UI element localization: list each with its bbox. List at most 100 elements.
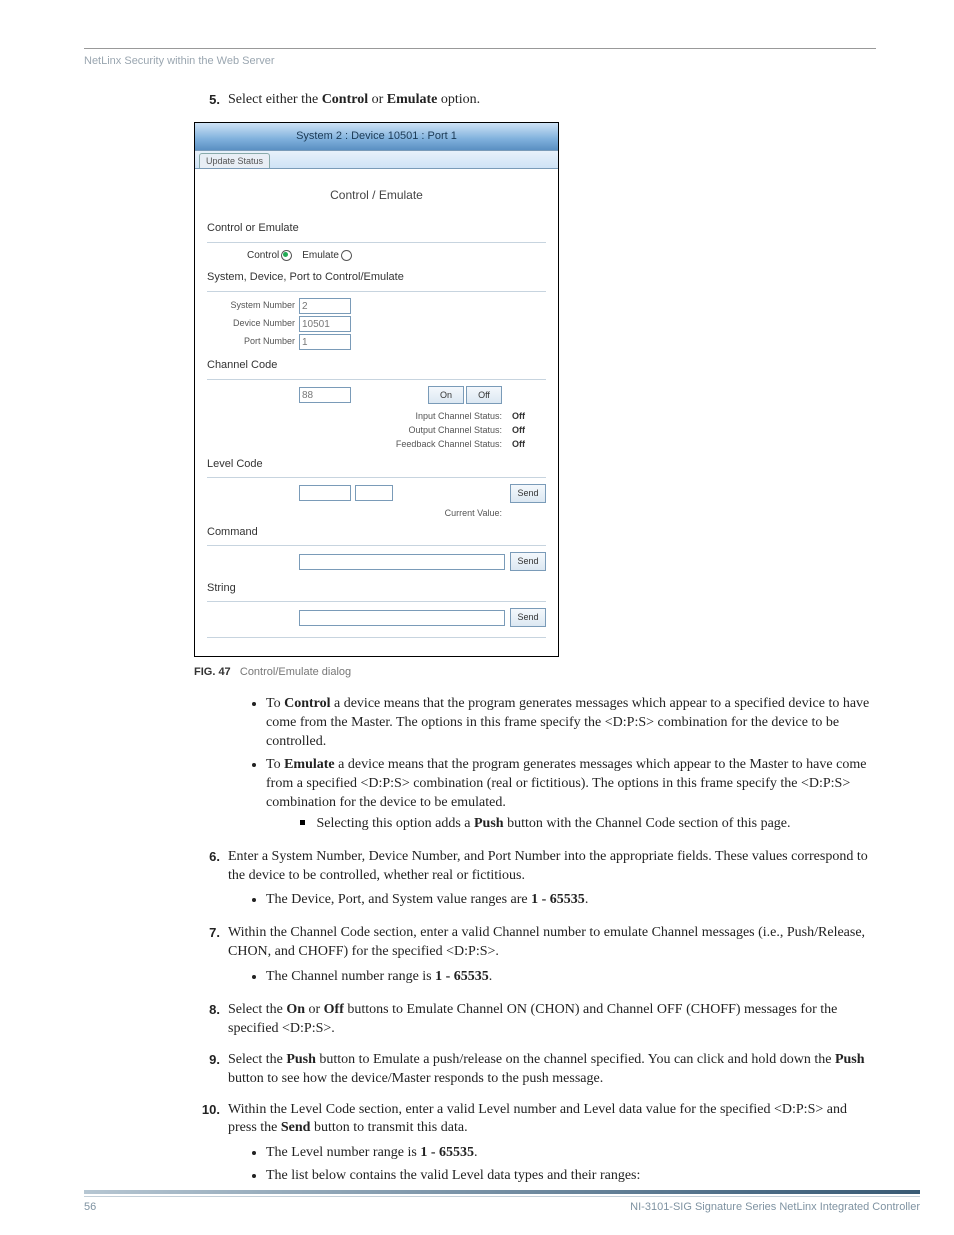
text: Selecting this option adds a: [317, 816, 474, 831]
label-device: Device Number: [207, 319, 299, 329]
step-number: 5.: [194, 91, 228, 116]
input-device-number[interactable]: [299, 316, 351, 332]
input-command[interactable]: [299, 554, 505, 570]
section-channel: Channel Code: [207, 358, 546, 375]
divider: [207, 242, 546, 243]
button-off[interactable]: Off: [466, 386, 502, 404]
section-mode: Control or Emulate: [207, 221, 546, 238]
footer-rule-thick: [84, 1190, 920, 1194]
text: or: [368, 92, 387, 107]
text: Select the: [228, 1052, 286, 1067]
step-number: 8.: [194, 1001, 228, 1045]
label-port: Port Number: [207, 337, 299, 347]
input-system-number[interactable]: [299, 298, 351, 314]
spacer: [194, 691, 228, 841]
bold-emulate: Emulate: [387, 92, 438, 107]
label-system: System Number: [207, 301, 299, 311]
radio-emulate[interactable]: [341, 250, 352, 261]
input-level-value[interactable]: [355, 485, 393, 501]
list-item: Selecting this option adds a Push button…: [300, 815, 874, 834]
figure-label: FIG. 47: [194, 666, 231, 678]
dialog-title: System 2 : Device 10501 : Port 1: [195, 123, 558, 151]
bold-on: On: [286, 1002, 305, 1017]
step-8: 8. Select the On or Off buttons to Emula…: [194, 1001, 874, 1045]
bold-range: 1 - 65535: [531, 892, 585, 907]
radio-control[interactable]: [281, 250, 292, 261]
row-string: Send: [207, 608, 546, 626]
step-7: 7. Within the Channel Code section, ente…: [194, 924, 874, 995]
footer-text: 56 NI-3101-SIG Signature Series NetLinx …: [84, 1201, 920, 1213]
section-sdp: System, Device, Port to Control/Emulate: [207, 270, 546, 287]
button-on[interactable]: On: [428, 386, 464, 404]
tab-row: Update Status: [195, 151, 558, 169]
input-level-number[interactable]: [299, 485, 351, 501]
button-send-string[interactable]: Send: [510, 608, 546, 626]
bold-range: 1 - 65535: [420, 1145, 474, 1160]
bold-range: 1 - 65535: [435, 969, 489, 984]
bold-send: Send: [281, 1120, 311, 1135]
dialog-heading: Control / Emulate: [207, 187, 546, 203]
bullet-list: The Level number range is 1 - 65535. The…: [228, 1144, 874, 1186]
list-item: To Emulate a device means that the progr…: [266, 756, 874, 834]
page-footer: 56 NI-3101-SIG Signature Series NetLinx …: [84, 1190, 920, 1213]
list-item: The Level number range is 1 - 65535.: [266, 1144, 874, 1163]
figure-caption: FIG. 47 Control/Emulate dialog: [194, 665, 874, 680]
header-breadcrumb: NetLinx Security within the Web Server: [84, 55, 876, 67]
divider: [207, 379, 546, 380]
step-6: 6. Enter a System Number, Device Number,…: [194, 848, 874, 919]
bold-emulate: Emulate: [284, 757, 335, 772]
button-send-level[interactable]: Send: [510, 484, 546, 502]
row-level: Send: [207, 484, 546, 502]
section-command: Command: [207, 525, 546, 542]
label-input-status: Input Channel Status:: [332, 410, 502, 422]
input-port-number[interactable]: [299, 334, 351, 350]
step-text: Select the On or Off buttons to Emulate …: [228, 1001, 874, 1039]
mode-row: Control Emulate: [207, 249, 546, 263]
row-feedback-status: Feedback Channel Status: Off: [207, 438, 546, 450]
input-string[interactable]: [299, 610, 505, 626]
text: or: [305, 1002, 324, 1017]
button-send-command[interactable]: Send: [510, 552, 546, 570]
row-output-status: Output Channel Status: Off: [207, 424, 546, 436]
bullet-list: The Device, Port, and System value range…: [228, 891, 874, 910]
step-10: 10. Within the Level Code section, enter…: [194, 1101, 874, 1195]
section-level: Level Code: [207, 457, 546, 474]
bullet-list: The Channel number range is 1 - 65535.: [228, 968, 874, 987]
bold-push: Push: [835, 1052, 865, 1067]
main-content: 5. Select either the Control or Emulate …: [194, 91, 874, 1194]
step-text: Within the Channel Code section, enter a…: [228, 924, 874, 962]
text: button with the Channel Code section of …: [504, 816, 791, 831]
radio-label-emulate: Emulate: [302, 249, 339, 263]
text: .: [474, 1145, 478, 1160]
text: button to see how the device/Master resp…: [228, 1071, 603, 1086]
step-number: 10.: [194, 1101, 228, 1195]
value-output-status: Off: [502, 424, 540, 436]
step-number: 6.: [194, 848, 228, 919]
section-string: String: [207, 581, 546, 598]
text: The Channel number range is: [266, 969, 435, 984]
step-text: Select either the Control or Emulate opt…: [228, 91, 874, 110]
step-5: 5. Select either the Control or Emulate …: [194, 91, 874, 116]
dialog-body: Control / Emulate Control or Emulate Con…: [195, 169, 558, 656]
row-current-value: Current Value:: [207, 507, 546, 519]
text: a device means that the program generate…: [266, 696, 869, 749]
row-input-status: Input Channel Status: Off: [207, 410, 546, 422]
radio-label-control: Control: [247, 249, 279, 263]
bold-push: Push: [286, 1052, 316, 1067]
header-rule: [84, 48, 876, 49]
list-item: The Channel number range is 1 - 65535.: [266, 968, 874, 987]
divider: [207, 545, 546, 546]
row-system: System Number: [207, 298, 546, 314]
bullet-list: To Control a device means that the progr…: [228, 695, 874, 833]
row-command: Send: [207, 552, 546, 570]
step-text: Enter a System Number, Device Number, an…: [228, 848, 874, 886]
text: To: [266, 757, 284, 772]
bold-push: Push: [474, 816, 504, 831]
text: The Device, Port, and System value range…: [266, 892, 531, 907]
row-port: Port Number: [207, 334, 546, 350]
input-channel-code[interactable]: [299, 387, 351, 403]
footer-rule-thin: [84, 1196, 920, 1197]
text: option.: [437, 92, 480, 107]
tab-update-status[interactable]: Update Status: [199, 153, 270, 168]
text: Select either the: [228, 92, 322, 107]
